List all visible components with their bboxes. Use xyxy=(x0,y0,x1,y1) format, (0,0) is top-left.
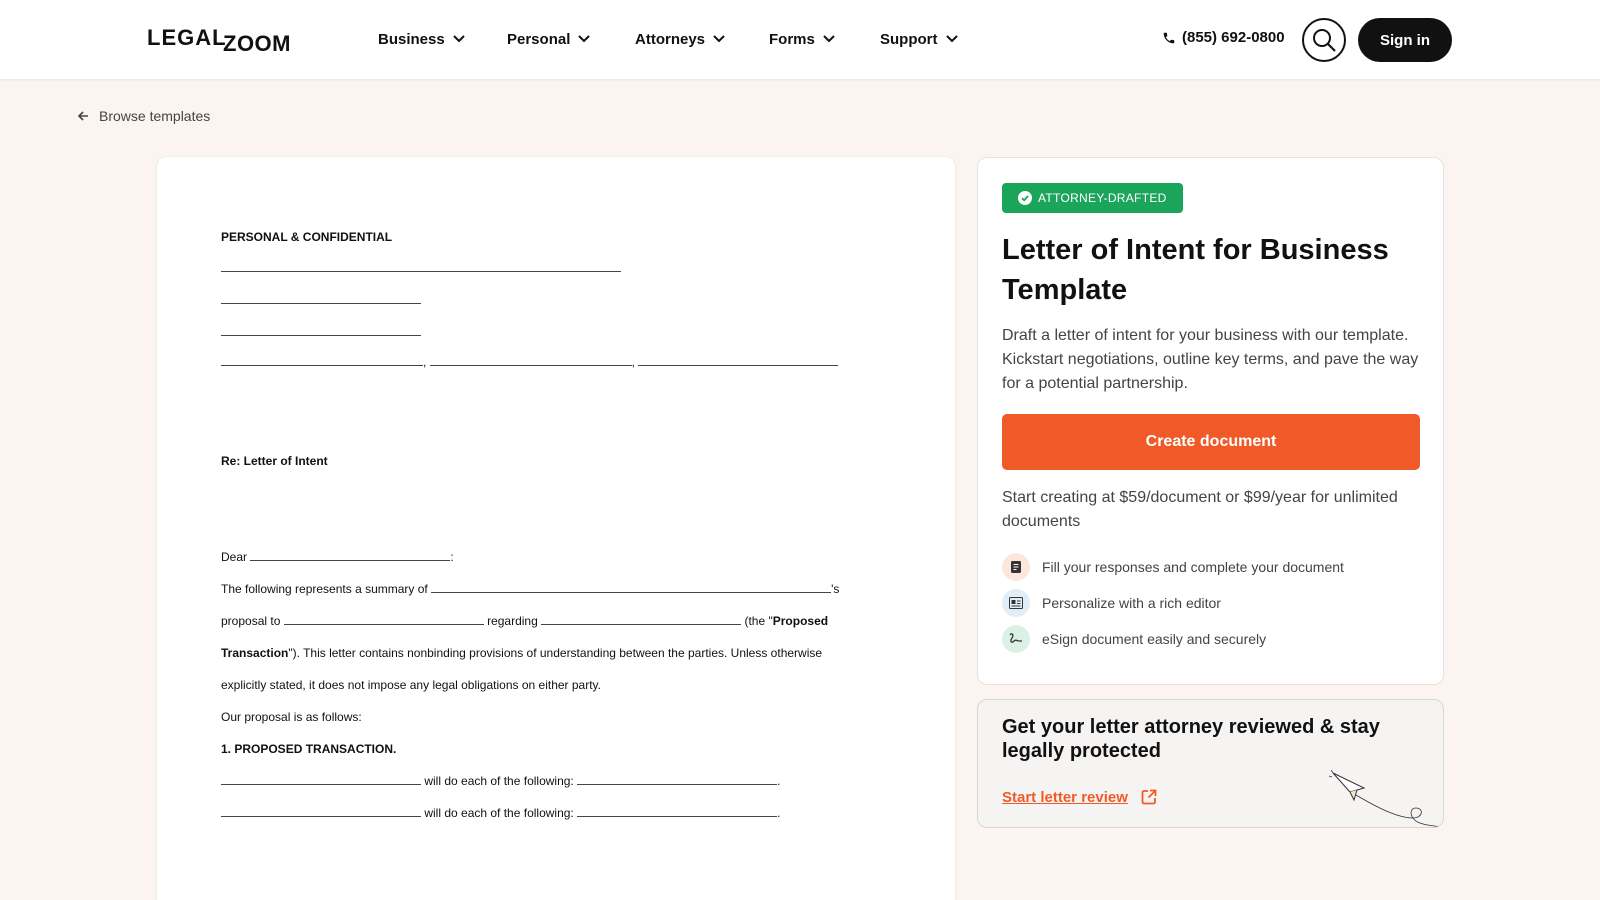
create-document-button[interactable]: Create document xyxy=(1002,414,1420,470)
esign-icon xyxy=(1002,625,1030,653)
editor-icon xyxy=(1002,589,1030,617)
doc-transaction-line: Transaction"). This letter contains nonb… xyxy=(221,646,823,660)
nav-personal-label: Personal xyxy=(507,30,571,48)
nav-forms[interactable]: Forms xyxy=(769,29,835,49)
review-link-label: Start letter review xyxy=(1002,788,1128,806)
paper-plane-illustration xyxy=(1328,769,1443,827)
nav-forms-label: Forms xyxy=(769,30,815,48)
phone-number: (855) 692-0800 xyxy=(1182,29,1285,46)
form-fill-icon xyxy=(1002,553,1030,581)
pricing-text: Start creating at $59/document or $99/ye… xyxy=(1002,489,1398,530)
nav-support-label: Support xyxy=(880,30,938,48)
search-icon xyxy=(1311,27,1337,53)
chevron-down-icon xyxy=(578,35,591,43)
browse-templates-label: Browse templates xyxy=(99,108,211,124)
nav-business[interactable]: Business xyxy=(378,29,465,49)
template-description: Draft a letter of intent for your busine… xyxy=(1002,327,1419,392)
address-blank xyxy=(221,303,421,304)
address-blank xyxy=(221,335,421,336)
feature-label: Personalize with a rich editor xyxy=(1042,595,1221,611)
chevron-down-icon xyxy=(823,35,835,43)
chevron-down-icon xyxy=(713,35,725,43)
feature-item: Fill your responses and complete your do… xyxy=(1002,553,1344,581)
review-title: Get your letter attorney reviewed & stay… xyxy=(1002,716,1380,762)
feature-label: Fill your responses and complete your do… xyxy=(1042,559,1344,575)
doc-re-line: Re: Letter of Intent xyxy=(221,454,328,468)
attorney-review-card: Get your letter attorney reviewed & stay… xyxy=(977,699,1444,828)
check-circle-icon xyxy=(1018,191,1032,205)
address-blank xyxy=(221,271,621,272)
nav-attorneys[interactable]: Attorneys xyxy=(635,29,725,49)
phone-icon xyxy=(1162,31,1176,45)
doc-dear-line: Dear : xyxy=(221,550,454,564)
page-title: Letter of Intent for Business Template xyxy=(1002,234,1389,306)
doc-proposal-line: proposal to regarding (the "Proposed xyxy=(221,614,829,628)
template-info-panel: ATTORNEY-DRAFTED Letter of Intent for Bu… xyxy=(977,157,1444,685)
arrow-left-icon xyxy=(77,110,89,122)
doc-heading: PERSONAL & CONFIDENTIAL xyxy=(221,230,393,244)
sign-in-button[interactable]: Sign in xyxy=(1358,18,1452,62)
logo-zoom: ZOOM xyxy=(223,31,291,56)
browse-templates-link[interactable]: Browse templates xyxy=(77,108,210,124)
attorney-drafted-badge: ATTORNEY-DRAFTED xyxy=(1002,183,1183,213)
nav-personal[interactable]: Personal xyxy=(507,29,591,49)
feature-label: eSign document easily and securely xyxy=(1042,631,1267,647)
document-preview: PERSONAL & CONFIDENTIAL , , Re: Letter o… xyxy=(157,157,955,900)
top-header: LEGAL ZOOM Business Personal Attorneys F… xyxy=(0,0,1600,79)
nav-attorneys-label: Attorneys xyxy=(635,30,706,48)
feature-item: eSign document easily and securely xyxy=(1002,625,1266,653)
doc-explicit-line: explicitly stated, it does not impose an… xyxy=(221,678,601,692)
start-letter-review-link[interactable]: Start letter review xyxy=(1002,788,1158,806)
doc-our-proposal: Our proposal is as follows: xyxy=(221,710,362,724)
doc-will-do-line: will do each of the following: . xyxy=(221,806,780,820)
doc-summary-line: The following represents a summary of 's xyxy=(221,582,840,596)
logo-legal: LEGAL xyxy=(147,25,227,50)
badge-label: ATTORNEY-DRAFTED xyxy=(1038,191,1167,205)
nav-support[interactable]: Support xyxy=(880,29,958,49)
city-state-zip-line: , , xyxy=(221,355,839,369)
feature-item: Personalize with a rich editor xyxy=(1002,589,1221,617)
chevron-down-icon xyxy=(452,35,465,43)
phone-link[interactable]: (855) 692-0800 xyxy=(1162,29,1285,46)
nav-business-label: Business xyxy=(378,30,445,48)
doc-section-1: 1. PROPOSED TRANSACTION. xyxy=(221,742,397,756)
doc-will-do-line: will do each of the following: . xyxy=(221,774,780,788)
external-link-icon xyxy=(1140,788,1158,806)
search-button[interactable] xyxy=(1302,18,1346,62)
chevron-down-icon xyxy=(945,35,958,43)
